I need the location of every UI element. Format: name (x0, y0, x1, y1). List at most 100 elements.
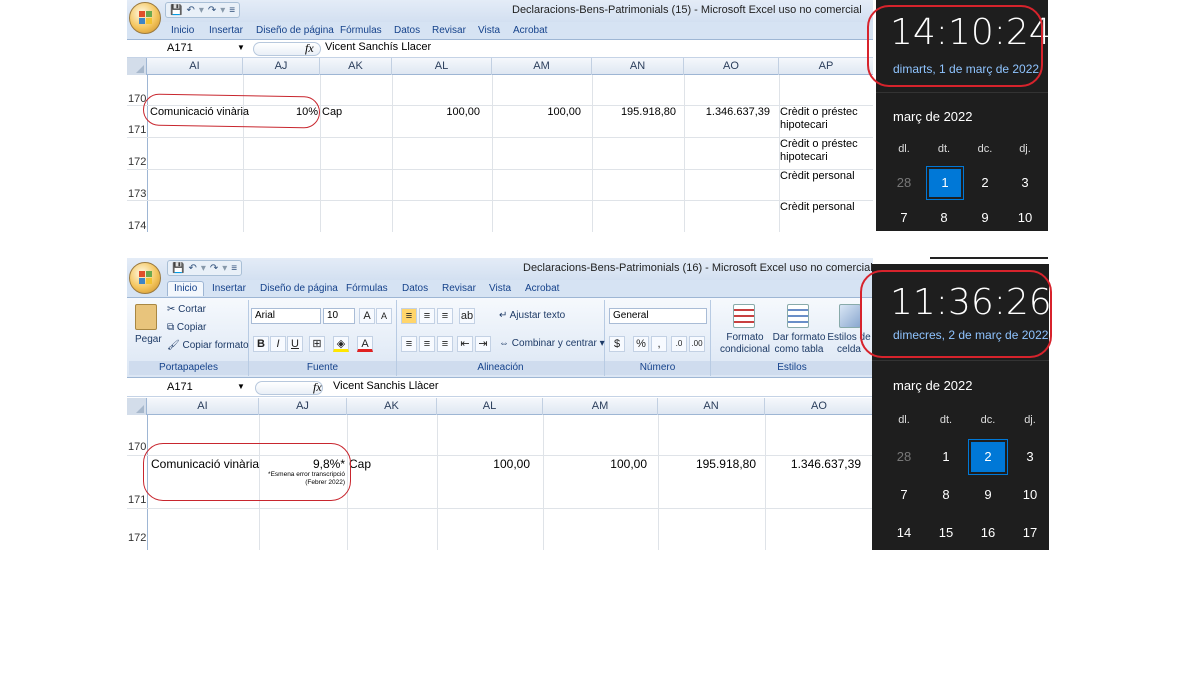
cut-button[interactable]: ✂ Cortar (167, 304, 206, 315)
calendar-day[interactable]: 8 (932, 210, 956, 225)
increase-indent-icon[interactable]: ⇥ (475, 336, 491, 352)
conditional-format-button[interactable]: Formato condicional (717, 332, 773, 356)
font-color-icon[interactable]: A (357, 336, 373, 352)
undo-icon[interactable]: ↶ (188, 263, 196, 274)
row-header-174[interactable]: 174 (127, 220, 147, 232)
tab-vista[interactable]: Vista (489, 283, 511, 294)
cell-AN171[interactable]: 195.918,80 (658, 457, 756, 471)
customize-qat-icon[interactable]: ≡ (231, 263, 237, 274)
percent-icon[interactable]: % (633, 336, 649, 352)
sheet-grid[interactable]: 170 171 172 173 174 Comunicació vinària … (127, 75, 873, 232)
align-top-icon[interactable]: ≡ (401, 308, 417, 324)
calendar-day[interactable]: 3 (1018, 449, 1042, 464)
calendar-day[interactable]: 9 (973, 210, 997, 225)
col-header-AJ[interactable]: AJ (243, 58, 320, 75)
col-header-AI[interactable]: AI (147, 398, 259, 415)
align-bottom-icon[interactable]: ≡ (437, 308, 453, 324)
format-painter-button[interactable]: 🖌 Copiar formato (167, 340, 249, 351)
name-box[interactable]: A171 (145, 380, 251, 395)
sheet-grid[interactable]: 170 171 172 Comunicació vinària 9,8%* *E… (127, 415, 873, 550)
row-header-172[interactable]: 172 (127, 532, 147, 544)
row-header-171[interactable]: 171 (127, 124, 147, 136)
col-header-AL[interactable]: AL (392, 58, 492, 75)
redo-dropdown-icon[interactable]: ▾ (220, 5, 225, 16)
col-header-AL[interactable]: AL (437, 398, 543, 415)
paste-button[interactable]: Pegar (135, 334, 162, 345)
cell-AP172[interactable]: Crèdit o préstec hipotecari (780, 138, 872, 164)
redo-icon[interactable]: ↷ (210, 263, 218, 274)
insert-function-icon[interactable]: fx (305, 41, 314, 56)
table-format-button[interactable]: Dar formato como tabla (771, 332, 827, 356)
bold-button[interactable]: B (253, 336, 269, 352)
name-box[interactable]: A171 (145, 41, 251, 56)
fill-color-icon[interactable]: ◈ (333, 336, 349, 352)
calendar-day[interactable]: 28 (892, 449, 916, 464)
calendar-month-header[interactable]: març de 2022 (893, 378, 973, 393)
font-size-select[interactable]: 10 (323, 308, 355, 324)
select-all-corner[interactable] (127, 58, 147, 75)
calendar-day[interactable]: 7 (892, 487, 916, 502)
formula-input[interactable]: Vicent Sanchís Llacer (325, 41, 431, 53)
calendar-day[interactable]: 15 (934, 525, 958, 540)
tab-acrobat[interactable]: Acrobat (525, 283, 559, 294)
align-center-icon[interactable]: ≡ (419, 336, 435, 352)
col-header-AN[interactable]: AN (592, 58, 684, 75)
cell-AP173[interactable]: Crèdit personal (780, 170, 855, 182)
calendar-day[interactable]: 2 (973, 175, 997, 190)
table-format-icon[interactable] (787, 304, 809, 328)
tab-insertar[interactable]: Insertar (209, 25, 243, 36)
col-header-AN[interactable]: AN (658, 398, 765, 415)
merge-center-button[interactable]: ⇔ Combinar y centrar ▾ (499, 338, 605, 349)
paste-icon[interactable] (135, 304, 157, 330)
col-header-AI[interactable]: AI (147, 58, 243, 75)
align-left-icon[interactable]: ≡ (401, 336, 417, 352)
tab-acrobat[interactable]: Acrobat (513, 25, 547, 36)
font-name-select[interactable]: Arial (251, 308, 321, 324)
calendar-day[interactable]: 10 (1018, 487, 1042, 502)
tab-datos[interactable]: Datos (394, 25, 420, 36)
calendar-day[interactable]: 7 (892, 210, 916, 225)
cell-AL171[interactable]: 100,00 (437, 457, 530, 471)
number-format-select[interactable]: General (609, 308, 707, 324)
row-header-173[interactable]: 173 (127, 188, 147, 200)
select-all-corner[interactable] (127, 398, 147, 415)
tab-formulas[interactable]: Fórmulas (346, 283, 388, 294)
underline-button[interactable]: U (287, 336, 303, 352)
wrap-text-button[interactable]: ↵ Ajustar texto (499, 310, 565, 321)
col-header-AO[interactable]: AO (684, 58, 779, 75)
tab-revisar[interactable]: Revisar (432, 25, 466, 36)
cell-AK171[interactable]: Cap (322, 106, 342, 118)
undo-icon[interactable]: ↶ (186, 5, 194, 16)
col-header-AJ[interactable]: AJ (259, 398, 347, 415)
align-right-icon[interactable]: ≡ (437, 336, 453, 352)
calendar-day-selected[interactable]: 2 (968, 439, 1008, 475)
undo-dropdown-icon[interactable]: ▾ (199, 5, 204, 16)
cell-AO171[interactable]: 1.346.637,39 (765, 457, 861, 471)
cell-AN171[interactable]: 195.918,80 (592, 106, 676, 118)
tab-diseno-pagina[interactable]: Diseño de página (260, 283, 338, 294)
cell-AP171[interactable]: Crèdit o préstec hipotecari (780, 106, 872, 132)
cell-AL171[interactable]: 100,00 (392, 106, 480, 118)
grow-font-icon[interactable]: A (359, 308, 375, 324)
customize-qat-icon[interactable]: ≡ (229, 5, 235, 16)
office-button[interactable] (129, 2, 161, 34)
tab-inicio[interactable]: Inicio (171, 25, 194, 36)
tab-inicio[interactable]: Inicio (167, 281, 205, 296)
conditional-format-icon[interactable] (733, 304, 755, 328)
calendar-day[interactable]: 10 (1013, 210, 1037, 225)
row-header-170[interactable]: 170 (127, 441, 147, 453)
cell-AM171[interactable]: 100,00 (492, 106, 581, 118)
formula-input[interactable]: Vicent Sanchis Llàcer (333, 380, 439, 392)
redo-icon[interactable]: ↷ (208, 5, 216, 16)
name-box-dropdown-icon[interactable]: ▼ (237, 43, 245, 52)
decrease-indent-icon[interactable]: ⇤ (457, 336, 473, 352)
name-box-dropdown-icon[interactable]: ▼ (237, 382, 245, 391)
tab-diseno-pagina[interactable]: Diseño de página (256, 25, 334, 36)
cell-AK171[interactable]: Cap (349, 457, 371, 471)
thousands-icon[interactable]: , (651, 336, 667, 352)
borders-icon[interactable]: ⊞ (309, 336, 325, 352)
italic-button[interactable]: I (270, 336, 286, 352)
cell-AM171[interactable]: 100,00 (543, 457, 647, 471)
calendar-month-header[interactable]: març de 2022 (893, 109, 973, 124)
insert-function-icon[interactable]: fx (313, 380, 322, 395)
